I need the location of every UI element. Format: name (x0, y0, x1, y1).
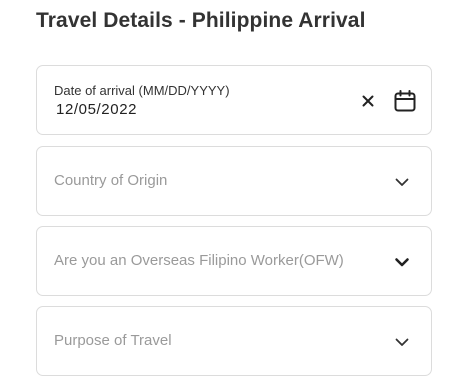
chevron-down-icon[interactable] (393, 173, 411, 191)
page-title: Travel Details - Philippine Arrival (36, 9, 366, 32)
ofw-placeholder: Are you an Overseas Filipino Worker(OFW) (54, 252, 344, 269)
chevron-down-icon[interactable] (393, 253, 411, 271)
close-icon[interactable] (357, 90, 379, 112)
arrival-date-label: Date of arrival (MM/DD/YYYY) (54, 83, 230, 98)
calendar-icon[interactable] (393, 89, 417, 113)
country-of-origin-select[interactable]: Country of Origin (36, 146, 432, 216)
chevron-down-icon[interactable] (393, 333, 411, 351)
travel-details-form: Travel Details - Philippine Arrival Date… (0, 0, 474, 381)
country-of-origin-placeholder: Country of Origin (54, 172, 168, 189)
ofw-select[interactable]: Are you an Overseas Filipino Worker(OFW) (36, 226, 432, 296)
purpose-of-travel-select[interactable]: Purpose of Travel (36, 306, 432, 376)
purpose-of-travel-placeholder: Purpose of Travel (54, 332, 172, 349)
arrival-date-field[interactable]: Date of arrival (MM/DD/YYYY) 12/05/2022 (36, 65, 432, 135)
arrival-date-value[interactable]: 12/05/2022 (56, 101, 137, 118)
